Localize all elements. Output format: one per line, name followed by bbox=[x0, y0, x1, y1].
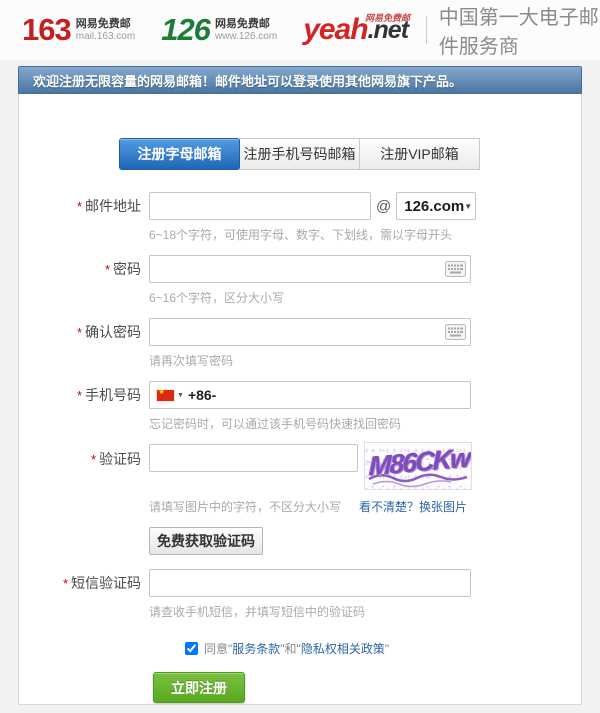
logo-163-url: mail.163.com bbox=[76, 31, 135, 42]
captcha-row: *验证码 M86CKw bbox=[19, 444, 581, 490]
header-tagline: 中国第一大电子邮件服务商 bbox=[439, 1, 600, 59]
required-mark: * bbox=[63, 576, 68, 591]
register-tabs: 注册字母邮箱 注册手机号码邮箱 注册VIP邮箱 bbox=[119, 138, 481, 170]
captcha-input[interactable] bbox=[149, 444, 358, 472]
required-mark: * bbox=[105, 262, 110, 277]
email-row: *邮件地址 @ 126.com ▼ bbox=[19, 192, 581, 220]
sms-code-input[interactable] bbox=[149, 569, 471, 597]
get-code-button[interactable]: 免费获取验证码 bbox=[149, 527, 263, 555]
logo-126-url: www.126.com bbox=[215, 31, 277, 42]
confirm-password-input[interactable] bbox=[149, 318, 471, 346]
email-label: *邮件地址 bbox=[19, 196, 149, 216]
keyboard-icon[interactable] bbox=[445, 324, 466, 345]
captcha-hint: 请填写图片中的字符，不区分大小写 bbox=[149, 498, 341, 515]
logo-126-cn: 网易免费邮 bbox=[215, 18, 277, 30]
phone-country-prefix: +86- bbox=[188, 387, 216, 403]
keyboard-icon[interactable] bbox=[445, 261, 466, 282]
register-button[interactable]: 立即注册 bbox=[153, 672, 245, 703]
password-input[interactable] bbox=[149, 255, 471, 283]
confirm-password-row: *确认密码 bbox=[19, 318, 581, 346]
header-divider bbox=[426, 16, 427, 44]
agreement-row: 同意"服务条款"和"隐私权相关政策" bbox=[185, 640, 581, 657]
required-mark: * bbox=[77, 325, 82, 340]
email-hint: 6~18个字符，可使用字母、数字、下划线，需以字母开头 bbox=[149, 226, 581, 243]
phone-label: *手机号码 bbox=[19, 385, 149, 405]
domain-selected-value: 126.com bbox=[404, 198, 464, 215]
phone-hint: 忘记密码时，可以通过该手机号码快速找回密码 bbox=[149, 415, 581, 432]
tab-letter-mailbox[interactable]: 注册字母邮箱 bbox=[119, 138, 240, 170]
logo-163[interactable]: 163 网易免费邮 mail.163.com bbox=[22, 12, 135, 48]
sms-code-row: *短信验证码 bbox=[19, 569, 581, 597]
captcha-refresh-link[interactable]: 看不清楚？换张图片 bbox=[359, 498, 467, 515]
required-mark: * bbox=[77, 199, 82, 214]
logo-163-number: 163 bbox=[22, 12, 71, 48]
email-input[interactable] bbox=[149, 192, 371, 220]
password-row: *密码 bbox=[19, 255, 581, 283]
logo-126[interactable]: 126 网易免费邮 www.126.com bbox=[161, 12, 277, 48]
password-label: *密码 bbox=[19, 259, 149, 279]
required-mark: * bbox=[77, 388, 82, 403]
tab-mobile-mailbox[interactable]: 注册手机号码邮箱 bbox=[239, 138, 360, 170]
agree-checkbox[interactable] bbox=[185, 642, 198, 655]
agreement-middle: "和" bbox=[280, 640, 301, 657]
phone-input[interactable] bbox=[216, 383, 470, 407]
tab-vip-mailbox[interactable]: 注册VIP邮箱 bbox=[359, 138, 480, 170]
logo-yeah-red: yeah bbox=[303, 13, 367, 47]
confirm-password-label: *确认密码 bbox=[19, 322, 149, 342]
chevron-down-icon[interactable]: ▼ bbox=[177, 392, 184, 399]
agreement-suffix: " bbox=[385, 642, 389, 656]
required-mark: * bbox=[91, 452, 96, 467]
welcome-banner-text: 欢迎注册无限容量的网易邮箱！邮件地址可以登录使用其他网易旗下产品。 bbox=[33, 71, 462, 90]
logo-126-number: 126 bbox=[161, 12, 210, 48]
logo-yeah[interactable]: yeah .net 网易免费邮 bbox=[303, 13, 412, 47]
sms-code-hint: 请查收手机短信，并填写短信中的验证码 bbox=[149, 603, 581, 620]
confirm-password-hint: 请再次填写密码 bbox=[149, 352, 581, 369]
welcome-banner: 欢迎注册无限容量的网易邮箱！邮件地址可以登录使用其他网易旗下产品。 bbox=[18, 66, 582, 94]
registration-panel: 注册字母邮箱 注册手机号码邮箱 注册VIP邮箱 *邮件地址 @ 126.com … bbox=[18, 94, 582, 705]
password-hint: 6~16个字符，区分大小写 bbox=[149, 289, 581, 306]
site-header: 163 网易免费邮 mail.163.com 126 网易免费邮 www.126… bbox=[0, 0, 600, 60]
captcha-label: *验证码 bbox=[19, 449, 149, 469]
logo-yeah-cn: 网易免费邮 bbox=[365, 11, 410, 24]
phone-row: *手机号码 ▼ +86- bbox=[19, 381, 581, 409]
captcha-image[interactable]: M86CKw bbox=[364, 442, 472, 490]
agreement-prefix: 同意" bbox=[204, 640, 232, 657]
chevron-down-icon: ▼ bbox=[464, 202, 472, 211]
captcha-hints: 请填写图片中的字符，不区分大小写 看不清楚？换张图片 bbox=[149, 498, 581, 515]
phone-input-box: ▼ +86- bbox=[149, 381, 471, 409]
domain-select[interactable]: 126.com ▼ bbox=[396, 192, 476, 220]
logo-163-cn: 网易免费邮 bbox=[76, 18, 135, 30]
china-flag-icon[interactable] bbox=[157, 390, 174, 401]
privacy-link[interactable]: 隐私权相关政策 bbox=[301, 640, 385, 657]
at-symbol: @ bbox=[376, 198, 391, 215]
sms-code-label: *短信验证码 bbox=[19, 573, 149, 593]
terms-link[interactable]: 服务条款 bbox=[232, 640, 280, 657]
